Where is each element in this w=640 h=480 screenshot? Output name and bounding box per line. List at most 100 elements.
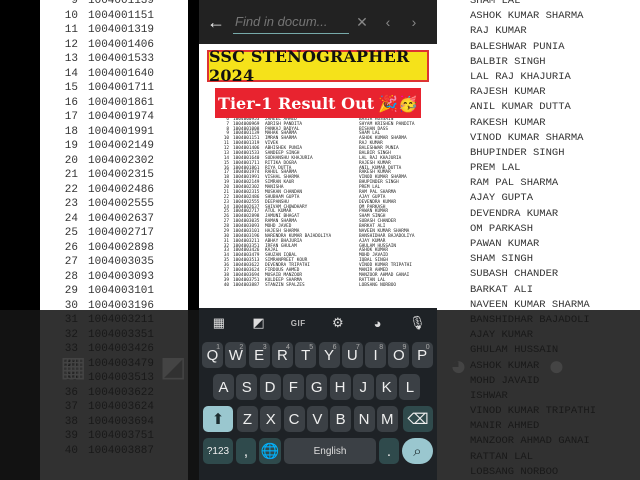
key-g-label: G <box>310 378 323 396</box>
key-v[interactable]: V <box>306 406 328 432</box>
key-o[interactable]: O9 <box>388 342 410 368</box>
key-a[interactable]: A <box>213 374 234 400</box>
key-g[interactable]: G <box>306 374 328 400</box>
background-row-number: 15 <box>64 82 78 94</box>
chevron-down-icon[interactable]: › <box>401 14 427 30</box>
key-x[interactable]: X <box>260 406 282 432</box>
key-m[interactable]: M <box>376 406 398 432</box>
key-n-label: N <box>358 410 370 428</box>
background-row: 15 1004001711 <box>40 81 188 96</box>
gear-icon[interactable]: ⚙ <box>318 315 358 331</box>
sticker-icon[interactable]: ◩ <box>239 315 279 331</box>
shift-key[interactable]: ⬆ <box>203 406 233 432</box>
background-row: 17 1004001974 <box>40 110 188 125</box>
background-row-roll: 1004001974 <box>88 111 155 123</box>
background-row: 21 1004002315 <box>40 168 188 183</box>
background-row-number: 26 <box>64 241 78 254</box>
key-c-label: C <box>288 410 300 428</box>
background-name: ANIL KUMAR DUTTA <box>470 101 571 114</box>
background-name: BALBIR SINGH <box>470 55 546 68</box>
document-view[interactable]: 41004000803ANJALI DEVITARSEM LAL51004000… <box>199 44 437 308</box>
background-row-roll: 1004001861 <box>88 96 155 109</box>
gif-button[interactable]: GIF <box>278 319 318 328</box>
find-toolbar: ← ✕ ‹ › <box>199 0 437 44</box>
back-arrow-icon[interactable]: ← <box>199 12 233 33</box>
key-s-label: S <box>241 378 252 396</box>
key-i-hint: 8 <box>379 344 384 351</box>
background-row-number: 11 <box>64 24 78 36</box>
backspace-key[interactable]: ⌫ <box>403 406 433 432</box>
key-w[interactable]: W2 <box>225 342 247 368</box>
key-z[interactable]: Z <box>237 406 258 432</box>
key-b-label: B <box>335 410 346 428</box>
mic-icon[interactable]: 🎙 <box>397 315 437 331</box>
background-row-roll: 1004001319 <box>88 24 155 36</box>
background-name: LAL RAJ KHAJURIA <box>470 70 571 83</box>
key-k[interactable]: K <box>376 374 398 400</box>
key-i[interactable]: I8 <box>365 342 387 368</box>
key-y[interactable]: Y6 <box>318 342 340 368</box>
apps-icon: ▦ <box>60 351 87 382</box>
key-y-hint: 6 <box>332 344 337 351</box>
key-c[interactable]: C <box>283 406 305 432</box>
background-row-roll: 1004002555 <box>88 198 155 210</box>
background-row-number: 25 <box>64 227 78 239</box>
key-s[interactable]: S <box>236 374 258 400</box>
background-row: 24 1004002637 <box>40 212 188 227</box>
key-row-4: ?123 , 🌐 English . ⌕ <box>199 438 437 466</box>
chevron-up-icon[interactable]: ‹ <box>375 14 401 30</box>
keyboard-toolbar: ▦ ◩ GIF ⚙ ◕ 🎙 <box>199 308 437 338</box>
background-row: 14 1004001640 <box>40 67 188 82</box>
key-d[interactable]: D <box>259 374 281 400</box>
background-row-number: 22 <box>64 183 78 196</box>
key-j-label: J <box>359 378 368 396</box>
comma-key[interactable]: , <box>236 438 256 464</box>
key-n[interactable]: N <box>353 406 375 432</box>
background-row-roll: 1004002149 <box>88 140 155 152</box>
background-name: BALESHWAR PUNIA <box>470 40 565 53</box>
key-h[interactable]: H <box>329 374 351 400</box>
key-q[interactable]: Q1 <box>202 342 223 368</box>
background-name: OM PARKASH <box>470 222 534 235</box>
apps-icon[interactable]: ▦ <box>199 315 239 331</box>
background-name: AJAY GUPTA <box>470 192 534 205</box>
language-globe-icon[interactable]: 🌐 <box>259 438 281 464</box>
palette-icon[interactable]: ◕ <box>358 316 398 331</box>
sticker-icon: ◩ <box>160 351 187 382</box>
banner-subtitle: Tier-1 Result Out <box>218 93 375 113</box>
clear-icon[interactable]: ✕ <box>349 14 375 31</box>
background-row-roll: 1004002717 <box>88 227 155 239</box>
background-row-roll: 1004003093 <box>88 270 155 283</box>
key-row-2: ASDFGHJKL <box>199 374 437 402</box>
symbols-key[interactable]: ?123 <box>203 438 233 464</box>
search-icon[interactable]: ⌕ <box>402 438 433 464</box>
table-row: 40 1004003887 STANZIN SPALZES LOBSANG NORBO… <box>219 283 437 289</box>
background-row-roll: 1004002315 <box>88 169 155 181</box>
background-row-number: 16 <box>64 96 78 109</box>
background-row-roll: 1004002898 <box>88 241 155 254</box>
background-row-number: 24 <box>64 212 78 225</box>
key-i-label: I <box>373 346 378 364</box>
key-l[interactable]: L <box>399 374 421 400</box>
key-e[interactable]: E3 <box>248 342 270 368</box>
find-input[interactable] <box>233 10 349 34</box>
key-u[interactable]: U7 <box>341 342 363 368</box>
key-t[interactable]: T5 <box>295 342 317 368</box>
key-f[interactable]: F <box>282 374 304 400</box>
background-name: PREM LAL <box>470 162 521 175</box>
period-key[interactable]: . <box>379 438 399 464</box>
key-f-label: F <box>288 378 298 396</box>
background-name: RAKESH KUMAR <box>470 116 546 129</box>
key-j[interactable]: J <box>352 374 374 400</box>
background-row: 29 1004003101 <box>40 284 188 299</box>
background-row-number: 17 <box>64 111 78 123</box>
background-row: 26 1004002898 <box>40 241 188 256</box>
space-key[interactable]: English <box>284 438 376 464</box>
key-r[interactable]: R4 <box>271 342 293 368</box>
key-b[interactable]: B <box>330 406 352 432</box>
background-row: 16 1004001861 <box>40 96 188 111</box>
background-name: SHAM LAL <box>470 0 521 7</box>
keyboard: ▦ ◩ GIF ⚙ ◕ 🎙 Q1W2E3R4T5Y6U7I8O9P0 ASDFG… <box>199 308 437 480</box>
key-p[interactable]: P0 <box>411 342 433 368</box>
palette-icon: ◕ <box>450 350 467 381</box>
